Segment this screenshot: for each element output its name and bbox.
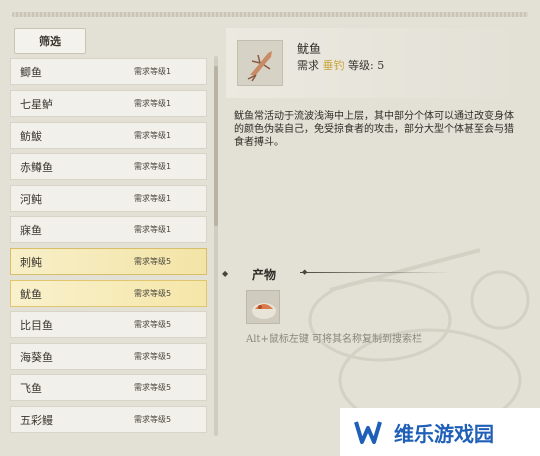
fish-item[interactable]: 寐鱼 需求等级1 xyxy=(10,216,207,243)
req-skill: 垂钓 xyxy=(322,59,345,72)
fish-item[interactable]: 鲫鱼 需求等级1 xyxy=(10,58,207,85)
fish-requirement: 需求等级5 xyxy=(134,415,172,424)
fish-item[interactable]: 河鲀 需求等级1 xyxy=(10,185,207,212)
req-level: 5 xyxy=(377,59,385,72)
fish-item[interactable]: 海葵鱼 需求等级5 xyxy=(10,343,207,370)
fish-requirement: 需求等级1 xyxy=(134,162,172,171)
copy-hint: Alt+鼠标左键 可将其名称复制到搜索栏 xyxy=(246,334,422,345)
fish-requirement: 需求等级1 xyxy=(134,67,172,76)
fish-name: 寐鱼 xyxy=(20,223,42,237)
fish-list: 鲫鱼 需求等级1 七星鲈 需求等级1 鲂鮁 需求等级1 赤鳟鱼 需求等级1 河鲀… xyxy=(10,56,210,436)
product-label: 产物 xyxy=(252,268,277,282)
product-diamond-icon: ◆ xyxy=(222,269,229,278)
watermark: 维乐游戏园 xyxy=(340,408,540,456)
fish-item[interactable]: 刺鲀 需求等级5 xyxy=(10,248,207,275)
watermark-logo-icon xyxy=(354,421,382,444)
list-scrollbar[interactable] xyxy=(214,56,218,436)
fish-item[interactable]: 飞鱼 需求等级5 xyxy=(10,374,207,401)
product-item-icon[interactable] xyxy=(246,290,280,324)
fish-name: 五彩鳗 xyxy=(20,413,53,427)
fish-requirement: 需求等级5 xyxy=(134,320,172,329)
fish-requirement: 需求等级5 xyxy=(134,383,172,392)
fish-requirement: 需求等级1 xyxy=(134,194,172,203)
item-description: 鱿鱼常活动于流波浅海中上层，其中部分个体可以通过改变身体的颜色伪装自己，免受掠食… xyxy=(234,111,514,148)
fish-name: 比目鱼 xyxy=(20,318,53,332)
fish-name: 飞鱼 xyxy=(20,381,42,395)
fish-item[interactable]: 五彩鳗 需求等级5 xyxy=(10,406,207,433)
fish-item[interactable]: 鲂鮁 需求等级1 xyxy=(10,122,207,149)
fish-requirement: 需求等级5 xyxy=(134,257,172,266)
fish-name: 海葵鱼 xyxy=(20,350,53,364)
fish-name: 河鲀 xyxy=(20,192,42,206)
filter-tab[interactable]: 筛选 xyxy=(14,28,86,54)
fish-requirement: 需求等级1 xyxy=(134,225,172,234)
fish-requirement: 需求等级1 xyxy=(134,99,172,108)
fish-requirement: 需求等级5 xyxy=(134,289,172,298)
fish-item[interactable]: 七星鲈 需求等级1 xyxy=(10,90,207,117)
item-title: 鱿鱼 xyxy=(297,42,322,56)
fish-name: 赤鳟鱼 xyxy=(20,160,53,174)
fish-name: 刺鲀 xyxy=(20,255,42,269)
fish-requirement: 需求等级1 xyxy=(134,131,172,140)
fish-name: 七星鲈 xyxy=(20,97,53,111)
fish-name: 鲫鱼 xyxy=(20,65,42,79)
req-prefix: 需求 xyxy=(297,59,319,72)
fish-name: 鲂鮁 xyxy=(20,129,42,143)
scroll-thumb[interactable] xyxy=(214,66,218,226)
fish-item[interactable]: 赤鳟鱼 需求等级1 xyxy=(10,153,207,180)
top-divider xyxy=(12,12,528,17)
fish-name: 鱿鱼 xyxy=(20,287,42,301)
squid-icon xyxy=(237,40,283,86)
item-requirement: 需求 垂钓 等级: 5 xyxy=(297,57,384,73)
fish-requirement: 需求等级5 xyxy=(134,352,172,361)
req-suffix: 等级: xyxy=(348,59,374,72)
fish-item-selected[interactable]: 鱿鱼 需求等级5 xyxy=(10,280,207,307)
watermark-text: 维乐游戏园 xyxy=(394,421,494,446)
product-divider xyxy=(300,272,450,273)
fish-item[interactable]: 比目鱼 需求等级5 xyxy=(10,311,207,338)
